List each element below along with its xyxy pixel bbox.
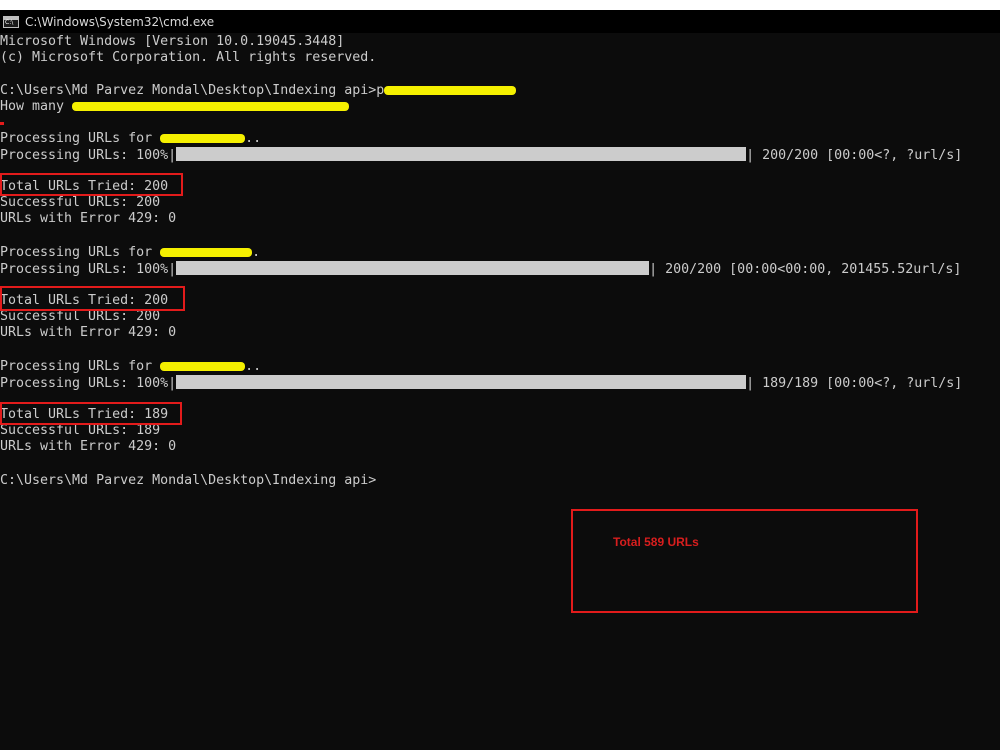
final-prompt[interactable]: C:\Users\Md Parvez Mondal\Desktop\Indexi… bbox=[0, 473, 376, 489]
processing-for-label: Processing URLs for bbox=[0, 245, 161, 260]
progress-line: Processing URLs: 100%| | 200/200 [00:00<?… bbox=[0, 147, 962, 163]
how-many-label: How many bbox=[0, 99, 73, 114]
processing-for-line: Processing URLs for .. bbox=[0, 131, 261, 147]
error-429-urls: URLs with Error 429: 0 bbox=[0, 439, 177, 454]
console-command-line: C:\Users\Md Parvez Mondal\Desktop\Indexi… bbox=[0, 83, 517, 99]
progress-line: Processing URLs: 100%| | 200/200 [00:00<0… bbox=[0, 261, 961, 277]
progress-stats: | 200/200 [00:00<?, ?url/s] bbox=[746, 148, 963, 163]
processing-for-suffix: .. bbox=[245, 131, 262, 146]
progress-bar bbox=[176, 375, 747, 389]
error-429-urls: URLs with Error 429: 0 bbox=[0, 325, 177, 340]
processing-for-line: Processing URLs for .. bbox=[0, 359, 261, 375]
progress-line: Processing URLs: 100%| | 189/189 [00:00<?… bbox=[0, 375, 962, 391]
redacted-highlight bbox=[160, 247, 253, 257]
progress-stats: | 200/200 [00:00<00:00, 201455.52url/s] bbox=[649, 262, 962, 277]
console-header-version: Microsoft Windows [Version 10.0.19045.34… bbox=[0, 34, 345, 49]
console-header-copyright: (c) Microsoft Corporation. All rights re… bbox=[0, 50, 377, 65]
total-urls-annotation: Total 589 URLs bbox=[613, 535, 699, 549]
processing-for-suffix: . bbox=[252, 245, 261, 260]
window-titlebar[interactable]: C:\Windows\System32\cmd.exe bbox=[0, 10, 1000, 33]
console-output[interactable]: Microsoft Windows [Version 10.0.19045.34… bbox=[0, 33, 1000, 750]
processing-for-line: Processing URLs for . bbox=[0, 245, 260, 261]
total-tried-highlight-box bbox=[0, 173, 183, 196]
successful-urls: Successful URLs: 189 bbox=[0, 423, 161, 438]
progress-bar bbox=[176, 147, 747, 161]
progress-bar bbox=[176, 261, 650, 275]
progress-stats: | 189/189 [00:00<?, ?url/s] bbox=[746, 376, 963, 391]
progress-label: Processing URLs: 100%| bbox=[0, 148, 177, 163]
prompt-path: C:\Users\Md Parvez Mondal\Desktop\Indexi… bbox=[0, 83, 377, 98]
redacted-highlight bbox=[384, 85, 517, 95]
total-tried-highlight-box bbox=[0, 286, 185, 311]
command-prefix: p bbox=[376, 83, 385, 98]
progress-label: Processing URLs: 100%| bbox=[0, 262, 177, 277]
redacted-highlight bbox=[72, 101, 350, 111]
processing-for-label: Processing URLs for bbox=[0, 131, 161, 146]
redacted-highlight bbox=[160, 361, 246, 371]
successful-urls: Successful URLs: 200 bbox=[0, 195, 161, 210]
cmd-app-icon bbox=[3, 15, 19, 28]
redacted-highlight bbox=[160, 133, 246, 143]
error-429-urls: URLs with Error 429: 0 bbox=[0, 211, 177, 226]
processing-for-label: Processing URLs for bbox=[0, 359, 161, 374]
console-input-prompt: How many bbox=[0, 99, 350, 115]
window-title: C:\Windows\System32\cmd.exe bbox=[25, 14, 215, 29]
total-urls-annotation-box: Total 589 URLs bbox=[571, 509, 918, 613]
red-annotation-mark bbox=[0, 122, 4, 125]
processing-for-suffix: .. bbox=[245, 359, 262, 374]
top-strip bbox=[0, 0, 1000, 10]
successful-urls: Successful URLs: 200 bbox=[0, 309, 161, 324]
progress-label: Processing URLs: 100%| bbox=[0, 376, 177, 391]
total-tried-highlight-box bbox=[0, 402, 182, 425]
